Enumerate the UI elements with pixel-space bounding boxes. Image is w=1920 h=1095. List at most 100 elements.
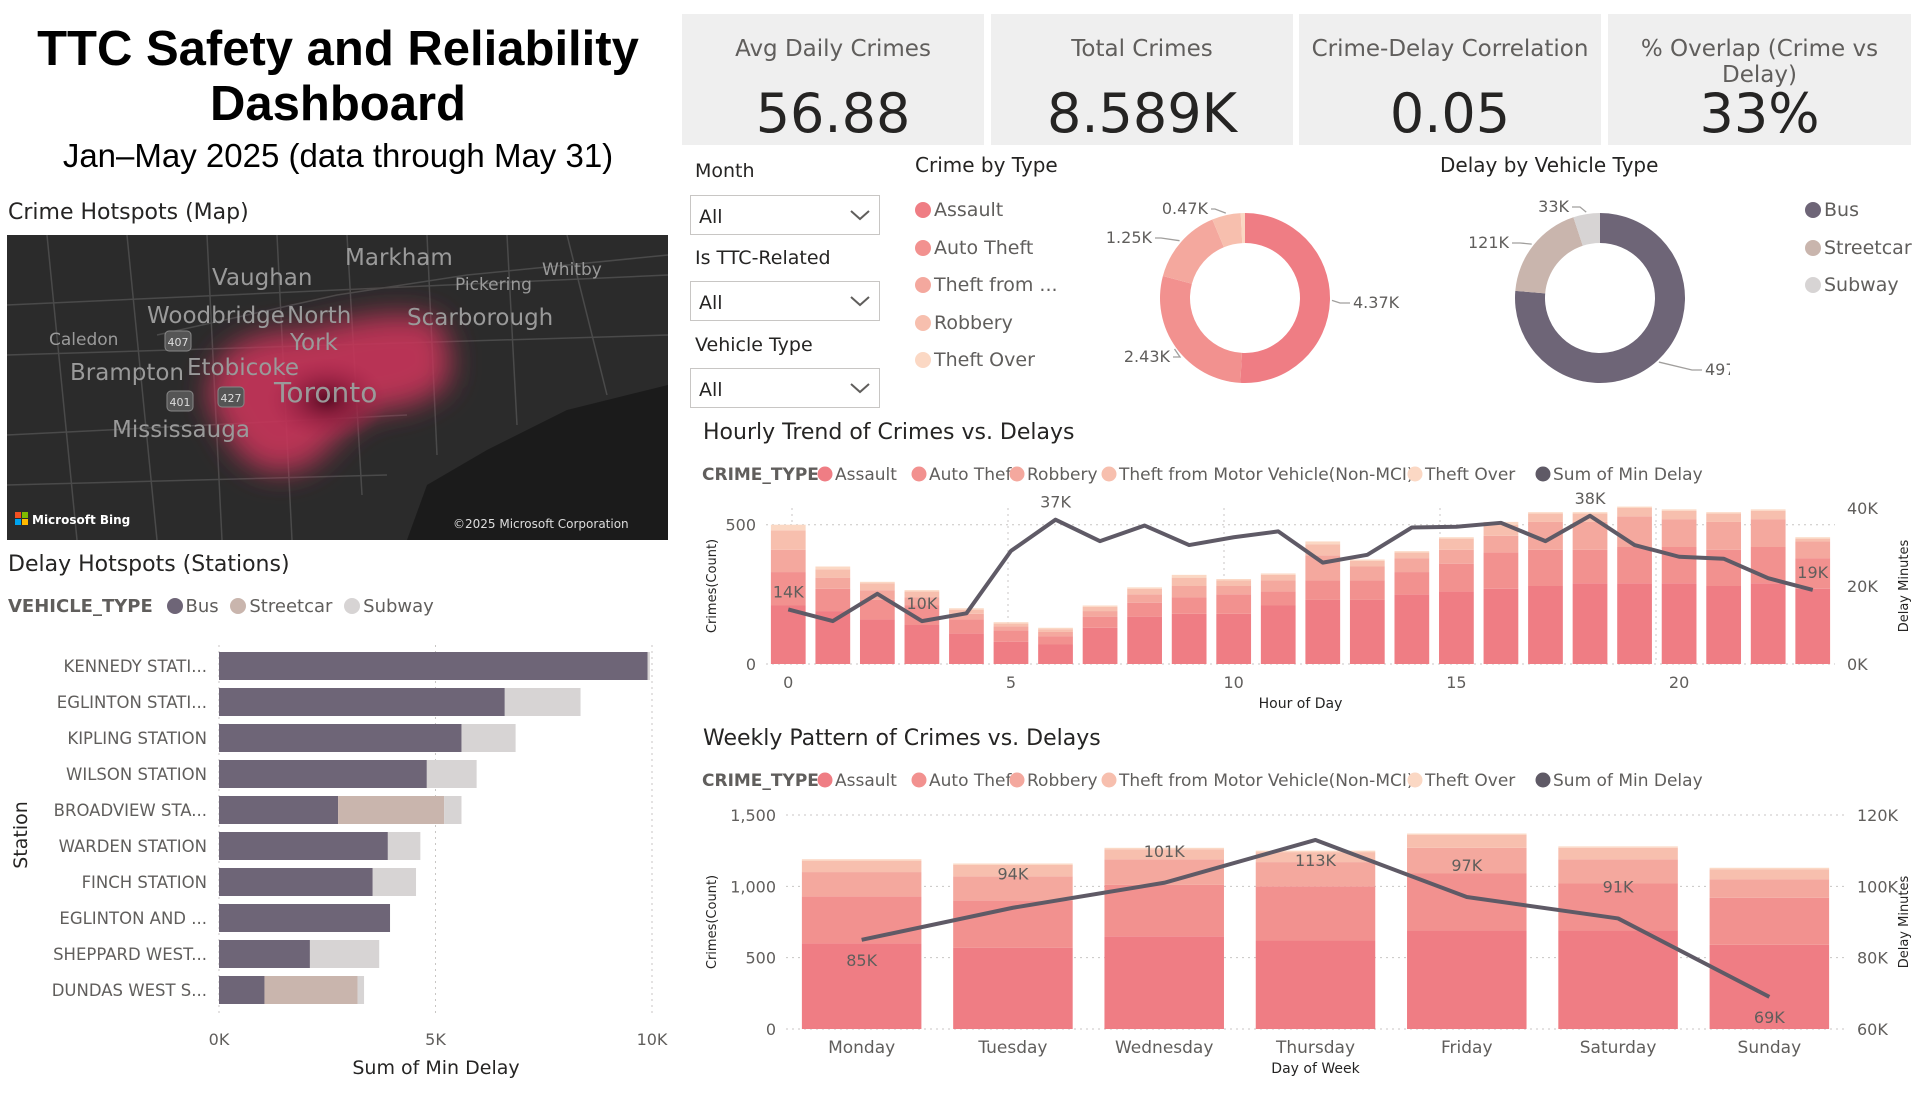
bar-segment[interactable] [1795, 538, 1831, 542]
bar-segment[interactable] [1255, 940, 1376, 1029]
bar-segment[interactable] [1709, 867, 1830, 870]
kpi-card-avg-daily-crimes[interactable]: Avg Daily Crimes 56.88 [682, 14, 984, 145]
bar-segment[interactable] [1617, 516, 1652, 547]
bar-segment[interactable] [219, 652, 648, 680]
bar-segment[interactable] [1216, 586, 1252, 595]
bar-segment[interactable] [219, 940, 310, 968]
bar-segment[interactable] [264, 976, 358, 1004]
bar-segment[interactable] [1483, 588, 1519, 664]
bar-segment[interactable] [1216, 594, 1252, 614]
bar-segment[interactable] [1439, 538, 1474, 550]
bar-segment[interactable] [444, 796, 462, 824]
bar-segment[interactable] [1394, 558, 1430, 573]
crime-by-type-donut[interactable]: 4.37K 2.43K 1.25K 0.47K [1095, 185, 1435, 395]
bar-segment[interactable] [1260, 580, 1296, 592]
bar-segment[interactable] [1171, 574, 1207, 578]
kpi-card-overlap[interactable]: % Overlap (Crime vs Delay) 33% [1608, 14, 1911, 145]
delay-hotspots-chart[interactable]: KENNEDY STATI... EGLINTON STATI... KIPLING… [0, 640, 676, 1085]
bar-segment[interactable] [1528, 586, 1563, 664]
bar-segment[interactable] [815, 566, 851, 570]
bar-segment[interactable] [1394, 594, 1430, 664]
bar-segment[interactable] [1617, 547, 1652, 584]
bar-segment[interactable] [1439, 549, 1474, 564]
bar-segment[interactable] [219, 832, 388, 860]
bar-segment[interactable] [1082, 616, 1118, 628]
bar-segment[interactable] [801, 872, 922, 897]
bar-segment[interactable] [770, 530, 806, 550]
bar-segment[interactable] [949, 608, 984, 610]
bar-segment[interactable] [949, 633, 984, 664]
bar-segment[interactable] [1082, 611, 1118, 617]
crime-hotspot-map[interactable]: Vaughan Markham Whitby Pickering Caledon… [7, 235, 668, 540]
bar-segment[interactable] [1572, 583, 1608, 664]
bar-segment[interactable] [219, 976, 265, 1004]
bar-segment[interactable] [219, 796, 339, 824]
bar-segment[interactable] [1407, 833, 1527, 835]
bar-segment[interactable] [1750, 509, 1786, 511]
bar-segment[interactable] [815, 588, 851, 612]
bar-segment[interactable] [949, 619, 984, 634]
bar-segment[interactable] [1082, 606, 1118, 612]
bar-segment[interactable] [1260, 573, 1296, 575]
bar-segment[interactable] [1528, 513, 1563, 522]
bar-segment[interactable] [1572, 512, 1608, 514]
bar-segment[interactable] [1795, 588, 1831, 664]
bar-segment[interactable] [993, 623, 1029, 627]
bar-segment[interactable] [1260, 574, 1296, 581]
bar-segment[interactable] [219, 688, 505, 716]
slicer-ttc-dropdown[interactable]: All [690, 281, 880, 321]
bar-segment[interactable] [801, 860, 922, 873]
bar-segment[interactable] [801, 896, 922, 944]
bar-segment[interactable] [1706, 513, 1742, 522]
bar-segment[interactable] [1750, 519, 1786, 547]
bar-segment[interactable] [1617, 508, 1652, 517]
bar-segment[interactable] [1558, 930, 1678, 1029]
bar-segment[interactable] [1706, 549, 1742, 586]
bar-segment[interactable] [1750, 583, 1786, 664]
bar-segment[interactable] [1349, 566, 1385, 581]
bar-segment[interactable] [1661, 510, 1697, 520]
bar-segment[interactable] [1558, 846, 1678, 848]
bar-segment[interactable] [1127, 587, 1162, 589]
bar-segment[interactable] [1038, 629, 1073, 632]
bar-segment[interactable] [770, 549, 806, 573]
bar-segment[interactable] [1038, 644, 1073, 665]
bar-segment[interactable] [1706, 512, 1742, 514]
bar-segment[interactable] [904, 590, 940, 592]
bar-segment[interactable] [1661, 583, 1697, 664]
donut-slice[interactable] [1240, 213, 1330, 383]
bar-segment[interactable] [953, 947, 1073, 1029]
bar-segment[interactable] [1661, 509, 1697, 511]
bar-segment[interactable] [1349, 580, 1385, 600]
bar-segment[interactable] [1706, 521, 1742, 550]
slicer-month-dropdown[interactable]: All [690, 195, 880, 235]
bar-segment[interactable] [1255, 886, 1376, 941]
delay-line[interactable] [787, 513, 1814, 624]
bar-segment[interactable] [801, 859, 922, 861]
bar-segment[interactable] [1260, 605, 1296, 665]
bar-segment[interactable] [219, 904, 391, 932]
bar-segment[interactable] [1439, 591, 1474, 664]
bar-segment[interactable] [1038, 631, 1073, 637]
donut-slice[interactable] [1160, 275, 1242, 383]
bar-segment[interactable] [1394, 552, 1430, 559]
donut-slice[interactable] [1162, 219, 1224, 284]
bar-segment[interactable] [387, 832, 421, 860]
bar-segment[interactable] [1216, 613, 1252, 664]
bar-segment[interactable] [357, 976, 365, 1004]
bar-segment[interactable] [1407, 930, 1527, 1029]
kpi-card-correlation[interactable]: Crime-Delay Correlation 0.05 [1299, 14, 1601, 145]
bar-segment[interactable] [1661, 519, 1697, 547]
bar-segment[interactable] [993, 630, 1029, 642]
bar-segment[interactable] [1750, 510, 1786, 520]
bar-segment[interactable] [1305, 580, 1341, 600]
bar-segment[interactable] [309, 940, 380, 968]
bar-segment[interactable] [1349, 560, 1385, 567]
bar-segment[interactable] [1171, 586, 1207, 598]
bar-segment[interactable] [1216, 579, 1252, 581]
bar-segment[interactable] [1349, 559, 1385, 561]
kpi-card-total-crimes[interactable]: Total Crimes 8.589K [991, 14, 1293, 145]
bar-segment[interactable] [1709, 869, 1830, 880]
donut-slice[interactable] [1515, 217, 1583, 294]
bar-segment[interactable] [1617, 506, 1652, 508]
